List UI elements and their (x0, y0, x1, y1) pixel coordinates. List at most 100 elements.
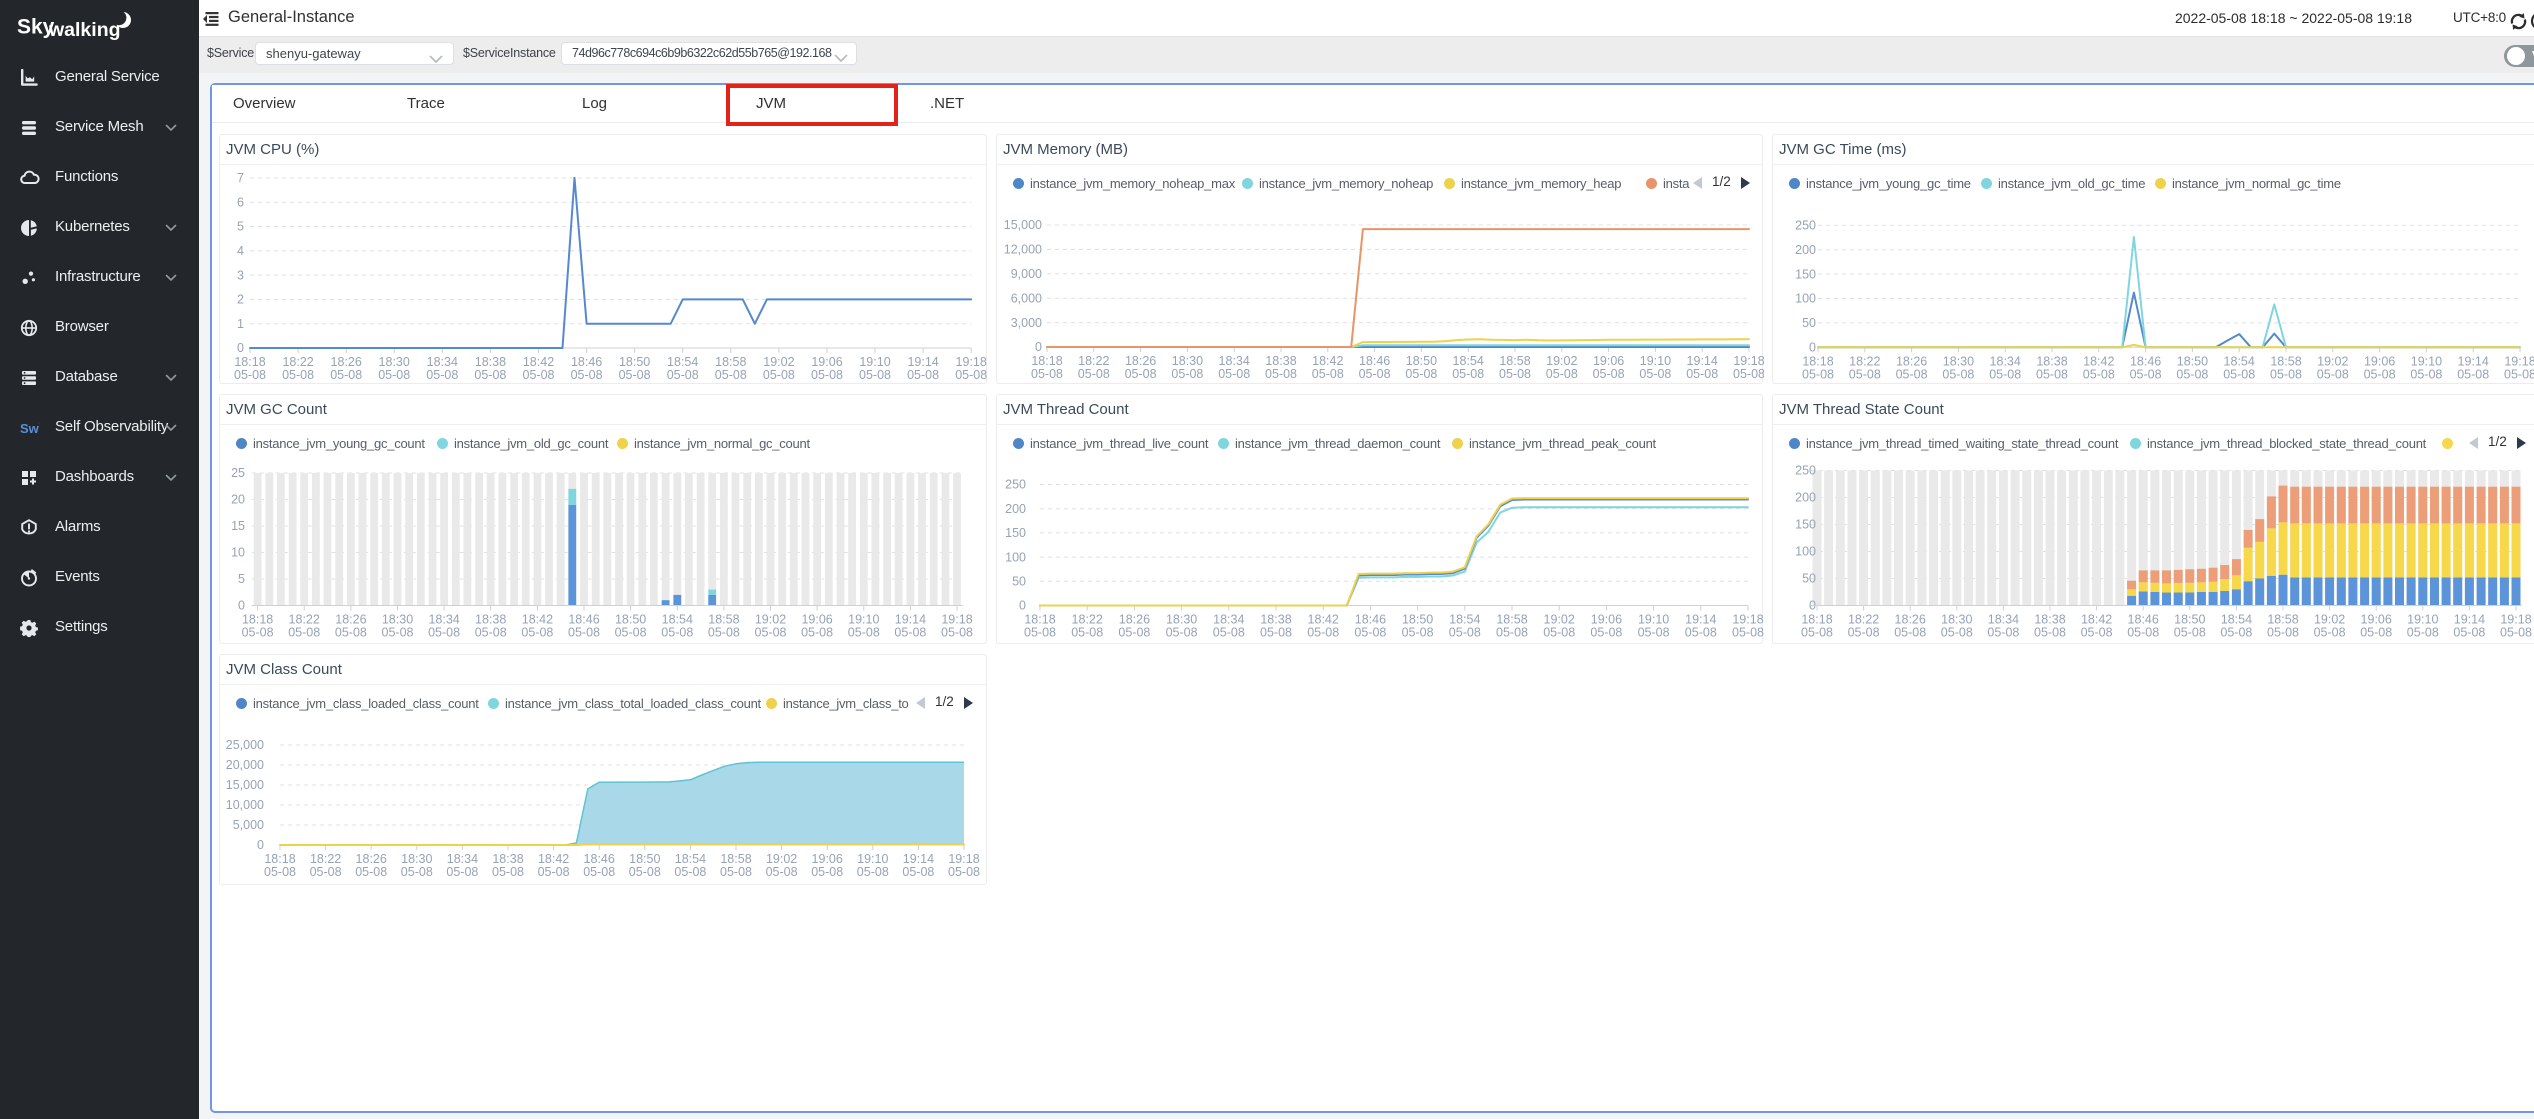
svg-text:19:02: 19:02 (1544, 613, 1575, 627)
svg-text:05-08: 05-08 (1894, 626, 1926, 640)
svg-text:19:18: 19:18 (956, 355, 987, 369)
svg-text:05-08: 05-08 (2127, 626, 2159, 640)
svg-text:18:18: 18:18 (234, 355, 265, 369)
svg-text:05-08: 05-08 (571, 368, 603, 382)
svg-text:05-08: 05-08 (811, 368, 843, 382)
svg-text:18:50: 18:50 (1406, 354, 1437, 368)
svg-text:15,000: 15,000 (226, 778, 264, 792)
svg-text:05-08: 05-08 (1496, 626, 1528, 640)
svg-text:05-08: 05-08 (2314, 626, 2346, 640)
svg-text:05-08: 05-08 (1166, 626, 1198, 640)
svg-text:25: 25 (231, 466, 245, 480)
svg-text:05-08: 05-08 (2036, 367, 2068, 381)
svg-text:19:10: 19:10 (2407, 613, 2438, 627)
svg-text:05-08: 05-08 (1213, 626, 1245, 640)
svg-text:19:10: 19:10 (848, 613, 879, 627)
svg-text:1: 1 (237, 317, 244, 331)
svg-text:05-08: 05-08 (1638, 626, 1670, 640)
svg-text:05-08: 05-08 (401, 865, 433, 879)
svg-text:05-08: 05-08 (382, 626, 414, 640)
svg-text:05-08: 05-08 (428, 626, 460, 640)
svg-text:18:42: 18:42 (1308, 613, 1339, 627)
svg-text:05-08: 05-08 (1260, 626, 1292, 640)
svg-text:05-08: 05-08 (1118, 626, 1150, 640)
svg-text:18:34: 18:34 (1213, 613, 1244, 627)
svg-text:05-08: 05-08 (1733, 367, 1764, 381)
svg-text:3: 3 (237, 268, 244, 282)
svg-text:50: 50 (1802, 572, 1816, 586)
svg-text:20,000: 20,000 (226, 758, 264, 772)
svg-text:05-08: 05-08 (1071, 626, 1103, 640)
svg-text:18:38: 18:38 (1265, 354, 1296, 368)
svg-text:05-08: 05-08 (619, 368, 651, 382)
svg-text:18:50: 18:50 (629, 852, 660, 866)
svg-text:18:26: 18:26 (1896, 354, 1927, 368)
svg-text:18:58: 18:58 (1499, 354, 1530, 368)
svg-text:18:30: 18:30 (1166, 613, 1197, 627)
svg-text:05-08: 05-08 (492, 865, 524, 879)
svg-text:05-08: 05-08 (1405, 367, 1437, 381)
svg-text:05-08: 05-08 (894, 626, 926, 640)
svg-text:05-08: 05-08 (1449, 626, 1481, 640)
svg-text:0: 0 (257, 838, 264, 852)
svg-text:19:14: 19:14 (907, 355, 938, 369)
svg-text:05-08: 05-08 (2270, 367, 2302, 381)
svg-text:05-08: 05-08 (629, 865, 661, 879)
svg-text:18:18: 18:18 (1802, 354, 1833, 368)
svg-text:19:10: 19:10 (859, 355, 890, 369)
svg-text:25,000: 25,000 (226, 738, 264, 752)
svg-text:18:38: 18:38 (475, 355, 506, 369)
svg-text:05-08: 05-08 (1801, 626, 1833, 640)
svg-text:18:26: 18:26 (1119, 613, 1150, 627)
svg-text:18:46: 18:46 (568, 613, 599, 627)
svg-text:18:22: 18:22 (310, 852, 341, 866)
svg-text:05-08: 05-08 (1546, 367, 1578, 381)
svg-text:18:38: 18:38 (2036, 354, 2067, 368)
svg-text:5: 5 (238, 572, 245, 586)
svg-text:18:50: 18:50 (1402, 613, 1433, 627)
svg-text:18:54: 18:54 (667, 355, 698, 369)
svg-text:18:58: 18:58 (708, 613, 739, 627)
svg-text:19:18: 19:18 (941, 613, 972, 627)
svg-text:05-08: 05-08 (755, 626, 787, 640)
svg-text:18:34: 18:34 (1988, 613, 2019, 627)
svg-text:05-08: 05-08 (523, 368, 555, 382)
svg-text:05-08: 05-08 (763, 368, 795, 382)
svg-text:15,000: 15,000 (1004, 218, 1042, 232)
svg-text:19:06: 19:06 (1591, 613, 1622, 627)
svg-text:18:34: 18:34 (447, 852, 478, 866)
svg-text:05-08: 05-08 (282, 368, 314, 382)
svg-text:05-08: 05-08 (2317, 367, 2349, 381)
svg-text:05-08: 05-08 (2360, 626, 2392, 640)
svg-text:05-08: 05-08 (2220, 626, 2252, 640)
svg-text:9,000: 9,000 (1011, 267, 1042, 281)
svg-text:05-08: 05-08 (242, 626, 274, 640)
svg-text:18:54: 18:54 (675, 852, 706, 866)
svg-text:250: 250 (1795, 464, 1816, 478)
svg-text:18:22: 18:22 (1072, 613, 1103, 627)
svg-text:05-08: 05-08 (1802, 367, 1834, 381)
svg-text:18:22: 18:22 (289, 613, 320, 627)
svg-text:18:38: 18:38 (492, 852, 523, 866)
svg-text:05-08: 05-08 (1218, 367, 1250, 381)
svg-text:05-08: 05-08 (2176, 367, 2208, 381)
svg-text:18:18: 18:18 (264, 852, 295, 866)
svg-text:18:26: 18:26 (356, 852, 387, 866)
svg-text:05-08: 05-08 (2504, 367, 2534, 381)
svg-text:18:54: 18:54 (1449, 613, 1480, 627)
svg-text:18:34: 18:34 (428, 613, 459, 627)
svg-text:18:30: 18:30 (379, 355, 410, 369)
svg-text:19:02: 19:02 (1546, 354, 1577, 368)
svg-text:18:42: 18:42 (2081, 613, 2112, 627)
svg-text:05-08: 05-08 (355, 865, 387, 879)
svg-text:18:54: 18:54 (662, 613, 693, 627)
svg-text:18:46: 18:46 (1355, 613, 1386, 627)
svg-text:05-08: 05-08 (1125, 367, 1157, 381)
svg-text:18:54: 18:54 (2224, 354, 2255, 368)
svg-text:250: 250 (1005, 478, 1026, 492)
svg-text:12,000: 12,000 (1004, 243, 1042, 257)
svg-text:18:46: 18:46 (2130, 354, 2161, 368)
svg-text:05-08: 05-08 (1686, 367, 1718, 381)
svg-text:05-08: 05-08 (2174, 626, 2206, 640)
svg-text:05-08: 05-08 (1312, 367, 1344, 381)
